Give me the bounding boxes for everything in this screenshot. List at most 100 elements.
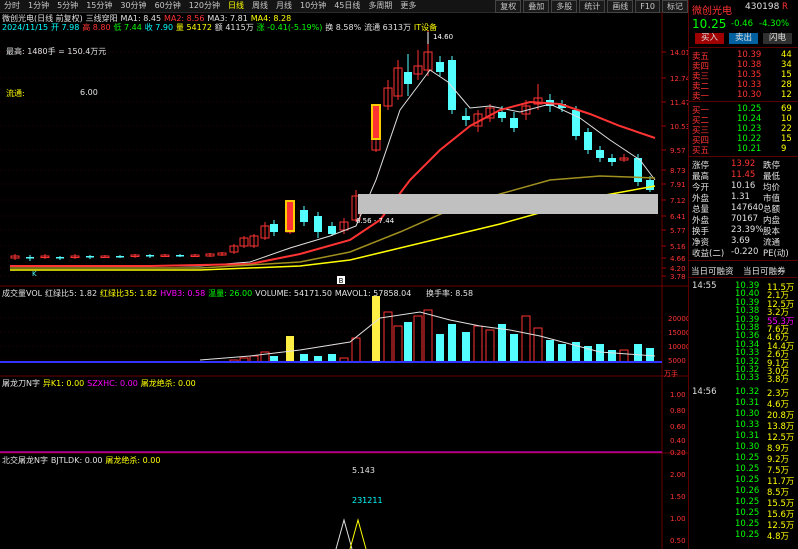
vol-bar-19[interactable] bbox=[462, 332, 470, 362]
period-tab-0[interactable]: 分时 bbox=[0, 0, 24, 12]
period-tab-9[interactable]: 月线 bbox=[272, 0, 296, 12]
vol-bar-23[interactable] bbox=[510, 334, 518, 362]
candle-body-49[interactable] bbox=[646, 180, 654, 190]
ask-price-3[interactable]: 10.33 bbox=[737, 80, 761, 90]
vol-bar-30[interactable] bbox=[596, 344, 604, 362]
liutong-value: 6.00 bbox=[80, 88, 98, 97]
quote-tab-0[interactable]: 当日可融资 bbox=[691, 265, 734, 277]
vol-bar-17[interactable] bbox=[436, 334, 444, 362]
vol-bar-33[interactable] bbox=[634, 344, 642, 362]
panel3-title[interactable]: 屠龙刀N字 bbox=[2, 379, 40, 388]
ask-price-2[interactable]: 10.35 bbox=[737, 70, 761, 80]
candle-body-44[interactable] bbox=[584, 132, 592, 150]
toolbar-button-3[interactable]: 统计 bbox=[579, 0, 606, 13]
vol-bar-12[interactable] bbox=[383, 311, 393, 363]
candle-body-21[interactable] bbox=[300, 210, 308, 222]
toolbar-button-1[interactable]: 叠加 bbox=[523, 0, 550, 13]
ask-price-1[interactable]: 10.38 bbox=[737, 60, 761, 70]
toolbar-button-4[interactable]: 画线 bbox=[607, 0, 634, 13]
panel4-title[interactable]: 北交屠龙N字 bbox=[2, 456, 48, 465]
period-tab-5[interactable]: 60分钟 bbox=[151, 0, 185, 12]
candle-body-37[interactable] bbox=[498, 112, 506, 118]
quote-tab-1[interactable]: 当日可融券 bbox=[743, 265, 786, 277]
period-tab-3[interactable]: 15分钟 bbox=[82, 0, 116, 12]
candle-body-38[interactable] bbox=[510, 118, 518, 128]
period-tab-8[interactable]: 周线 bbox=[248, 0, 272, 12]
tick2-price-12: 10.25 bbox=[735, 519, 760, 529]
price-tick-9: 5.77 bbox=[670, 227, 686, 235]
period-tab-13[interactable]: 更多 bbox=[396, 0, 420, 12]
kline-chart-area[interactable]: 14.01 12.74 11.47 10.53 9.57 8.73 7.91 7.12 6.41… bbox=[0, 12, 688, 549]
vol-bar-25[interactable] bbox=[533, 327, 543, 363]
price-tick-4: 9.57 bbox=[670, 147, 686, 155]
period-tab-12[interactable]: 多周期 bbox=[364, 0, 396, 12]
vol-bar-24[interactable] bbox=[521, 315, 531, 363]
panel4-tick-2: 1.00 bbox=[670, 515, 686, 523]
panel4-bjtldk: BJTLDK: 0.00 bbox=[50, 456, 103, 465]
candle-body-32[interactable] bbox=[436, 62, 444, 72]
vol-bar-18[interactable] bbox=[448, 324, 456, 362]
bid-price-2[interactable]: 10.23 bbox=[737, 124, 761, 134]
vol-bar-15[interactable] bbox=[413, 315, 423, 363]
period-tab-7[interactable]: 日线 bbox=[224, 0, 248, 12]
toolbar-button-6[interactable]: 标记 bbox=[662, 0, 688, 13]
period-tab-2[interactable]: 5分钟 bbox=[53, 0, 82, 12]
vol-bar-10[interactable] bbox=[351, 337, 361, 363]
quote-stock-name: 微创光电 bbox=[692, 6, 732, 17]
vol-bar-31[interactable] bbox=[608, 350, 616, 362]
quote-flag: R bbox=[782, 2, 788, 12]
quote-btn-dark_btn[interactable]: 闪电 bbox=[763, 33, 793, 44]
candle-body-43[interactable] bbox=[572, 110, 580, 136]
candle-body-33[interactable] bbox=[448, 60, 456, 110]
ask-vol-3: 28 bbox=[781, 80, 792, 90]
vol-bar-6[interactable] bbox=[300, 354, 308, 362]
candle-body-34[interactable] bbox=[462, 116, 470, 120]
bid-price-1[interactable]: 10.24 bbox=[737, 114, 761, 124]
vol-bar-11[interactable] bbox=[372, 296, 380, 362]
quote-sep-4 bbox=[689, 260, 798, 261]
candle-body-29[interactable] bbox=[404, 72, 412, 84]
candle-body-1[interactable] bbox=[26, 257, 34, 259]
tick2-price-2: 10.30 bbox=[735, 409, 760, 419]
vol-bar-27[interactable] bbox=[558, 344, 566, 362]
candle-body-7[interactable] bbox=[116, 256, 124, 258]
candle-body-23[interactable] bbox=[328, 226, 336, 234]
candle-body-5[interactable] bbox=[86, 256, 94, 258]
candle-body-46[interactable] bbox=[608, 158, 616, 162]
candle-body-3[interactable] bbox=[56, 257, 64, 259]
candle-body-9[interactable] bbox=[146, 255, 154, 257]
vol-bar-5[interactable] bbox=[286, 336, 294, 362]
ask-price-4[interactable]: 10.30 bbox=[737, 90, 761, 100]
candle-body-11[interactable] bbox=[176, 255, 184, 257]
bid-price-0[interactable]: 10.25 bbox=[737, 104, 761, 114]
ask-vol-1: 34 bbox=[781, 60, 792, 70]
vol-wenliang: 温量: 26.00 bbox=[208, 289, 253, 298]
candle-body-19[interactable] bbox=[270, 224, 278, 232]
quote-btn-sell_btn[interactable]: 卖出 bbox=[729, 33, 759, 44]
period-tab-6[interactable]: 120分钟 bbox=[185, 0, 224, 12]
support-zone-box[interactable] bbox=[358, 194, 658, 214]
candle-body-45[interactable] bbox=[596, 150, 604, 158]
toolbar-button-2[interactable]: 多股 bbox=[551, 0, 578, 13]
period-tab-11[interactable]: 45日线 bbox=[330, 0, 364, 12]
quote-btn-buy_btn[interactable]: 买入 bbox=[695, 33, 725, 44]
candle-body-22[interactable] bbox=[314, 216, 322, 232]
period-tab-1[interactable]: 1分钟 bbox=[24, 0, 53, 12]
bid-price-3[interactable]: 10.22 bbox=[737, 134, 761, 144]
ask-vol-4: 12 bbox=[781, 90, 792, 100]
vol-title[interactable]: 成交量VOL bbox=[2, 289, 42, 298]
vol-bar-14[interactable] bbox=[404, 322, 412, 362]
bid-price-4[interactable]: 10.21 bbox=[737, 144, 761, 154]
vol-bar-26[interactable] bbox=[546, 340, 554, 362]
support-zone-label: 6.56 - 7.44 bbox=[356, 217, 395, 225]
period-tab-4[interactable]: 30分钟 bbox=[116, 0, 150, 12]
toolbar-button-5[interactable]: F10 bbox=[635, 0, 660, 13]
vol-bar-20[interactable] bbox=[473, 325, 483, 363]
price-tick-3: 10.53 bbox=[670, 123, 688, 131]
toolbar-button-0[interactable]: 复权 bbox=[495, 0, 522, 13]
ask-price-0[interactable]: 10.39 bbox=[737, 50, 761, 60]
panel3-szxhc: SZXHC: 0.00 bbox=[87, 379, 138, 388]
period-tab-10[interactable]: 10分钟 bbox=[296, 0, 330, 12]
vol-bar-13[interactable] bbox=[393, 325, 403, 363]
vol-bar-8[interactable] bbox=[328, 354, 336, 362]
